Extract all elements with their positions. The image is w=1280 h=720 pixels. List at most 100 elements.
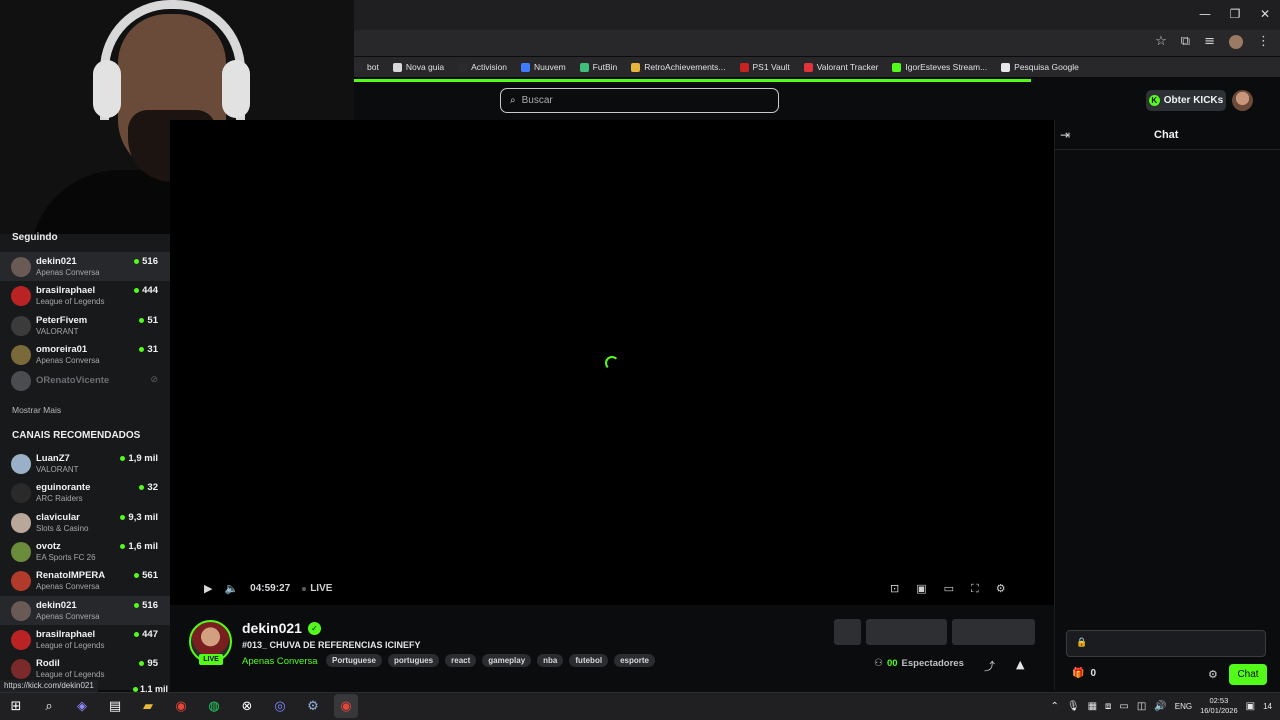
collapse-chat-icon[interactable]: ⇥: [1060, 128, 1070, 142]
channel-avatar: [11, 371, 31, 391]
miniplayer-icon[interactable]: ▣: [916, 582, 926, 596]
sidebar-channel[interactable]: eguinorante ARC Raiders 32: [0, 478, 170, 507]
channel-avatar: [11, 512, 31, 533]
network-icon[interactable]: ◫: [1137, 701, 1146, 712]
chrome-active-icon[interactable]: ◉: [334, 694, 358, 718]
live-dot-icon: [134, 288, 140, 294]
bookmark-item[interactable]: Valorant Tracker: [803, 62, 878, 72]
theater-mode-icon[interactable]: ▭: [944, 582, 954, 596]
report-icon[interactable]: ▲: [1016, 658, 1024, 671]
player-controls-right: ⊡ ▣ ▭ ⛶ ⚙: [890, 582, 1006, 596]
bookmark-item[interactable]: bot: [354, 62, 379, 72]
sidebar-channel[interactable]: ovotz EA Sports FC 26 1,6 mil: [0, 537, 170, 566]
sidebar-channel[interactable]: LuanZ7 VALORANT 1,9 mil: [0, 449, 170, 478]
extensions-icon[interactable]: ⧉: [1181, 34, 1190, 49]
stream-tag[interactable]: portugues: [388, 654, 440, 667]
windows-start-icon[interactable]: ⊞: [4, 694, 28, 718]
bookmark-item[interactable]: Activision: [458, 62, 507, 72]
chat-panel: [1054, 120, 1280, 690]
address-bar[interactable]: [354, 30, 1280, 56]
stream-tag[interactable]: Portuguese: [326, 654, 383, 667]
live-dot-icon: [139, 661, 145, 667]
streamer-name[interactable]: dekin021 ✓: [242, 620, 321, 636]
stream-tag[interactable]: esporte: [614, 654, 655, 667]
bookmark-item[interactable]: PS1 Vault: [739, 62, 790, 72]
profile-avatar[interactable]: [1229, 34, 1243, 49]
volume-icon[interactable]: 🔈: [224, 582, 238, 595]
live-indicator[interactable]: LIVE: [302, 583, 332, 594]
user-avatar[interactable]: [1232, 90, 1253, 111]
live-badge: LIVE: [199, 654, 223, 665]
notification-icon[interactable]: ▣: [1246, 701, 1255, 712]
battery-icon[interactable]: ▭: [1119, 701, 1128, 712]
restore-button[interactable]: ❐: [1220, 0, 1250, 28]
close-window-button[interactable]: ✕: [1250, 0, 1280, 28]
tray-app2-icon[interactable]: ⧈: [1105, 701, 1111, 712]
chat-settings-icon[interactable]: ⚙: [1208, 668, 1218, 681]
bookmark-item[interactable]: RetroAchievements...: [631, 62, 726, 72]
bookmark-icon: [354, 62, 363, 72]
tray-app-icon[interactable]: ▦: [1088, 701, 1097, 712]
channel-avatar: [11, 659, 31, 680]
bookmark-item[interactable]: Pesquisa Google: [1001, 62, 1079, 72]
stream-category[interactable]: Apenas Conversa: [242, 656, 318, 667]
channel-category: League of Legends: [36, 640, 105, 650]
site-header: [354, 82, 1280, 120]
sidebar-channel[interactable]: RenatoIMPERA Apenas Conversa 561: [0, 566, 170, 595]
live-dot-icon: [139, 317, 145, 323]
show-more-link[interactable]: Mostrar Mais: [12, 405, 61, 415]
sidebar-channel[interactable]: dekin021 Apenas Conversa 516: [0, 595, 170, 625]
search-taskbar-icon[interactable]: ⌕: [37, 694, 61, 718]
sidebar-channel[interactable]: brasilraphael League of Legends 444: [0, 281, 170, 310]
mic-icon[interactable]: 🎙: [1067, 701, 1080, 712]
channel-name: dekin021: [36, 256, 77, 267]
bookmark-item[interactable]: IgorEsteves Stream...: [892, 62, 987, 72]
media-icon[interactable]: ≡: [1204, 34, 1215, 49]
bookmark-item[interactable]: Nova guia: [392, 62, 444, 72]
settings-gear-icon[interactable]: ⚙: [996, 582, 1006, 596]
chrome-icon[interactable]: ◉: [169, 694, 193, 718]
stream-tag[interactable]: futebol: [569, 654, 609, 667]
sidebar-channel[interactable]: dekin021 Apenas Conversa 516: [0, 252, 170, 281]
chevron-up-icon[interactable]: ⌃: [1050, 701, 1058, 712]
minimize-button[interactable]: —: [1190, 0, 1220, 28]
sidebar-channel[interactable]: clavicular Slots & Casino 9,3 mil: [0, 508, 170, 537]
fullscreen-icon[interactable]: ⛶: [971, 582, 979, 596]
bookmark-item[interactable]: FutBin: [579, 62, 617, 72]
sidebar-channel[interactable]: PeterFivem VALORANT 51: [0, 311, 170, 340]
channel-avatar: [11, 345, 31, 366]
steam-icon[interactable]: ⚙: [301, 694, 325, 718]
channel-avatar: [11, 600, 31, 621]
live-dot-icon: [120, 514, 126, 520]
app-icon[interactable]: ◈: [70, 694, 94, 718]
gift-counter[interactable]: 🎁 0: [1072, 668, 1096, 679]
search-input[interactable]: ⌕ Buscar: [500, 88, 779, 113]
menu-kebab-icon[interactable]: ⋮: [1257, 34, 1270, 49]
terminal-icon[interactable]: ▤: [103, 694, 127, 718]
spotify-icon[interactable]: ◍: [202, 694, 226, 718]
speaker-icon[interactable]: 🔊: [1154, 701, 1166, 712]
sidebar-channel-offline[interactable]: ORenatoVicente ⊘: [0, 366, 170, 395]
stream-tag[interactable]: gameplay: [482, 654, 532, 667]
app-circle-icon[interactable]: ⊗: [235, 694, 259, 718]
get-kicks-button[interactable]: K Obter KICKs: [1146, 90, 1226, 111]
stream-tag[interactable]: react: [445, 654, 477, 667]
clock[interactable]: 02:53 16/01/2026: [1200, 696, 1238, 716]
offline-icon: ⊘: [150, 374, 158, 384]
share-icon[interactable]: ⤴: [984, 658, 995, 674]
stream-title: #013_ CHUVA DE REFERENCIAS ICINEFY: [242, 640, 421, 650]
sidebar-channel[interactable]: omoreira01 Apenas Conversa 31: [0, 340, 170, 369]
sidebar-channel[interactable]: Rodil League of Legends 95: [0, 654, 170, 683]
bookmark-star-icon[interactable]: ☆: [1155, 34, 1167, 49]
chat-send-button[interactable]: Chat: [1229, 664, 1267, 685]
play-icon[interactable]: ▶: [204, 582, 212, 595]
chat-message-input[interactable]: [1066, 630, 1266, 657]
clip-icon[interactable]: ⊡: [890, 582, 899, 596]
recommended-title: CANAIS RECOMENDADOS: [12, 430, 141, 441]
stream-tag[interactable]: nba: [537, 654, 564, 667]
bookmark-item[interactable]: Nuuvem: [521, 62, 566, 72]
discord-icon[interactable]: ◎: [268, 694, 292, 718]
file-explorer-icon[interactable]: ▰: [136, 694, 160, 718]
language-indicator[interactable]: ENG: [1175, 702, 1192, 711]
sidebar-channel[interactable]: brasilraphael League of Legends 447: [0, 625, 170, 654]
